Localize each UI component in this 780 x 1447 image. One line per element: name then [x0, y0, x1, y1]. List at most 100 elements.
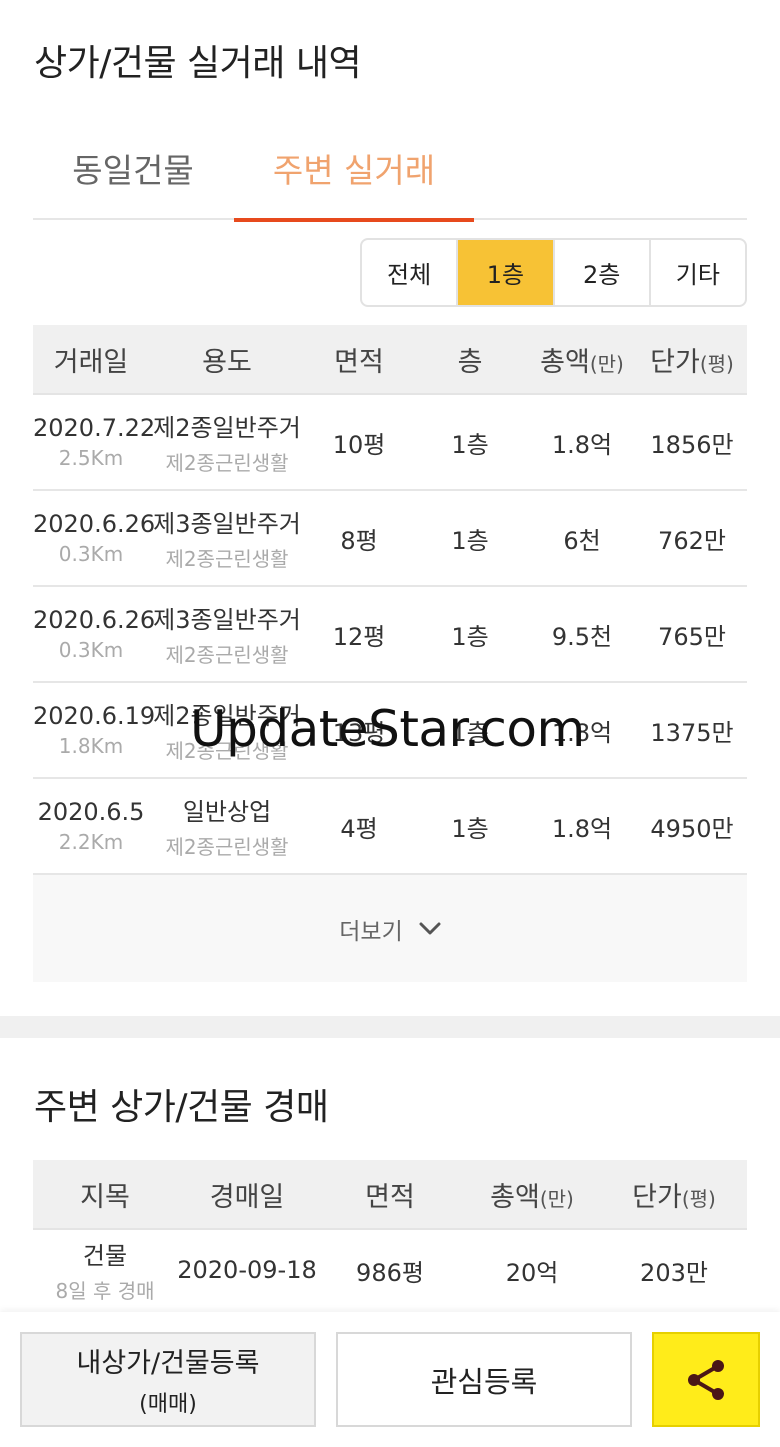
favorite-label: 관심등록 — [430, 1364, 538, 1399]
floor-filter-2f[interactable]: 2층 — [555, 240, 651, 305]
register-property-label: 내상가/건물등록 — [76, 1348, 260, 1379]
header-total-unit: (만) — [589, 351, 624, 376]
trade-date-cell: 2020.6.26 0.3Km — [33, 606, 156, 662]
tab-nearby-trades[interactable]: 주변 실거래 — [234, 144, 474, 222]
header-unit-price-label: 단가 — [650, 346, 700, 378]
trade-floor: 1층 — [451, 526, 489, 555]
trade-zone: 제3종일반주거 — [153, 606, 301, 634]
trade-date-cell: 2020.6.26 0.3Km — [33, 510, 155, 566]
floor-filter-etc[interactable]: 기타 — [651, 240, 745, 305]
header-total: 총액(만) — [527, 340, 637, 379]
trade-date: 2020.6.5 — [37, 798, 145, 826]
trade-use-cell: 제2종일반주거제2종근린생활 — [149, 696, 305, 764]
more-button-label: 더보기 — [339, 918, 403, 945]
trade-table: 거래일 용도 면적 층 총액(만) 단가(평) 2020.7.22 2.5Km 제… — [33, 325, 747, 875]
bottom-action-bar: 내상가/건물등록 (매매) 관심등록 — [0, 1312, 780, 1447]
auction-land-type: 건물 — [82, 1242, 128, 1270]
share-button[interactable] — [652, 1332, 760, 1427]
auction-total: 20억 — [505, 1258, 559, 1287]
floor-filter-1f[interactable]: 1층 — [458, 240, 555, 305]
trade-area: 10평 — [332, 430, 386, 459]
trade-unit-price: 762만 — [658, 526, 726, 555]
trade-area: 12평 — [332, 622, 386, 651]
header-land-type: 지목 — [80, 1181, 130, 1213]
tab-same-building[interactable]: 동일건물 — [33, 144, 233, 220]
header-area: 면적 — [365, 1181, 415, 1213]
auction-land-type-cell: 건물 8일 후 경매 — [33, 1236, 177, 1304]
trade-zone: 제2종일반주거 — [153, 702, 301, 730]
header-date: 거래일 — [53, 346, 129, 378]
trade-zone: 일반상업 — [182, 798, 272, 826]
header-total-label: 총액 — [540, 346, 590, 378]
auction-table-header: 지목 경매일 면적 총액(만) 단가(평) — [33, 1160, 747, 1230]
share-icon — [688, 1359, 724, 1400]
trade-unit-price: 4950만 — [650, 814, 734, 843]
trade-use: 제2종근린생활 — [165, 835, 289, 859]
section-divider — [0, 1016, 780, 1038]
trade-floor: 1층 — [451, 622, 489, 651]
trade-distance: 1.8Km — [58, 734, 124, 758]
table-row[interactable]: 2020.6.19 1.8Km 제2종일반주거 제2종근린생활 13평 1층 1.8… — [33, 683, 747, 779]
trade-total: 9.5천 — [551, 622, 613, 651]
table-row[interactable]: 2020.6.26 0.3Km 제3종일반주거제2종근린생활 8평 1층 6천 7… — [33, 491, 747, 587]
favorite-button[interactable]: 관심등록 — [336, 1332, 632, 1427]
header-total: 총액(만) — [463, 1175, 601, 1214]
trade-date-cell: 2020.6.19 1.8Km — [33, 702, 156, 758]
header-area: 면적 — [334, 346, 384, 378]
trade-area: 8평 — [340, 526, 378, 555]
table-row[interactable]: 2020.6.26 0.3Km 제3종일반주거제2종근린생활 12평 1층 9.5… — [33, 587, 747, 683]
header-total-label: 총액 — [490, 1181, 540, 1213]
auction-unit-price: 203만 — [640, 1258, 708, 1287]
floor-filter-all[interactable]: 전체 — [362, 240, 459, 305]
section-title-auctions: 주변 상가/건물 경매 — [34, 1087, 329, 1128]
trade-date: 2020.7.22 — [33, 414, 156, 442]
trade-total: 6천 — [563, 526, 601, 555]
trade-unit-price: 1375만 — [650, 718, 734, 747]
register-property-sub: (매매) — [139, 1392, 197, 1417]
trade-unit-price: 765만 — [658, 622, 726, 651]
trade-date: 2020.6.26 — [33, 606, 156, 634]
trade-use: 제2종근린생활 — [165, 739, 289, 763]
trade-use: 제2종근린생활 — [165, 451, 289, 475]
header-unit-price-unit: (평) — [699, 351, 734, 376]
auction-table: 지목 경매일 면적 총액(만) 단가(평) 건물 8일 후 경매 2020-09-… — [33, 1160, 747, 1310]
table-row[interactable]: 2020.6.5 2.2Km 일반상업제2종근린생활 4평 1층 1.8억 495… — [33, 779, 747, 875]
table-row[interactable]: 2020.7.22 2.5Km 제2종일반주거제2종근린생활 10평 1층 1.8… — [33, 395, 747, 491]
trade-area: 4평 — [340, 814, 378, 843]
trade-distance: 2.2Km — [58, 830, 124, 854]
header-unit-price-unit: (평) — [681, 1186, 716, 1211]
trade-floor: 1층 — [451, 814, 489, 843]
auction-area: 986평 — [356, 1258, 424, 1287]
more-button[interactable]: 더보기 — [33, 875, 747, 982]
trade-floor: 1층 — [451, 430, 489, 459]
trade-use-cell: 일반상업제2종근린생활 — [149, 792, 305, 860]
header-total-unit: (만) — [539, 1186, 574, 1211]
trade-total: 1.8억 — [551, 430, 613, 459]
trade-date-cell: 2020.6.5 2.2Km — [33, 798, 149, 854]
trade-use-cell: 제3종일반주거제2종근린생활 — [149, 600, 305, 668]
trade-date: 2020.6.19 — [33, 702, 156, 730]
floor-filter: 전체 1층 2층 기타 — [360, 238, 747, 307]
table-row[interactable]: 건물 8일 후 경매 2020-09-18 986평 20억 203만 — [33, 1230, 747, 1310]
auction-remaining: 8일 후 경매 — [55, 1279, 155, 1303]
header-unit-price: 단가(평) — [601, 1175, 747, 1214]
trade-use: 제2종근린생활 — [165, 547, 289, 571]
trade-zone: 제3종일반주거 — [153, 510, 301, 538]
header-auction-date: 경매일 — [209, 1181, 285, 1213]
section-title-trades: 상가/건물 실거래 내역 — [34, 43, 362, 84]
trade-area: 13평 — [332, 718, 386, 747]
header-use: 용도 — [202, 346, 252, 378]
trade-distance: 0.3Km — [58, 542, 124, 566]
trade-zone: 제2종일반주거 — [153, 414, 301, 442]
trade-use: 제2종근린생활 — [165, 643, 289, 667]
chevron-down-icon — [419, 922, 441, 934]
trade-unit-price: 1856만 — [650, 430, 734, 459]
trade-total: 1.8억 — [551, 814, 613, 843]
header-unit-price-label: 단가 — [632, 1181, 682, 1213]
trade-tabs: 동일건물 주변 실거래 — [33, 122, 747, 222]
header-unit-price: 단가(평) — [637, 340, 747, 379]
trade-date-cell: 2020.7.22 2.5Km — [33, 414, 156, 470]
register-property-button[interactable]: 내상가/건물등록 (매매) — [20, 1332, 316, 1427]
auction-date: 2020-09-18 — [177, 1256, 317, 1284]
header-floor: 층 — [457, 346, 483, 378]
